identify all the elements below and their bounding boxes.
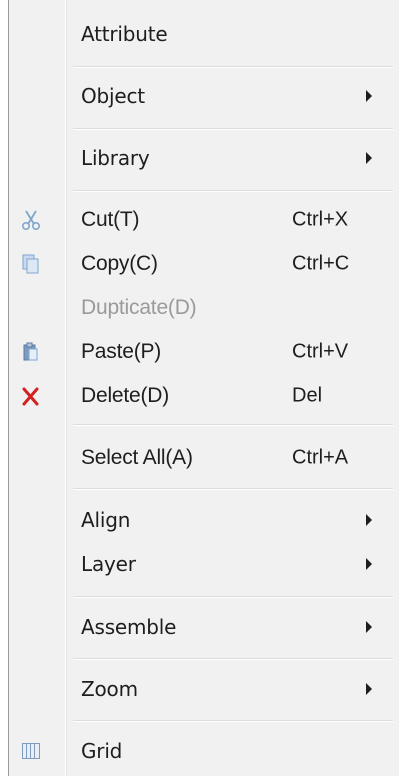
menu-item-select-all[interactable]: Select All(A) Ctrl+A bbox=[9, 438, 399, 478]
shortcut-label: Ctrl+A bbox=[292, 446, 349, 469]
menu-separator bbox=[73, 658, 393, 660]
menu-item-label: Zoom bbox=[81, 677, 138, 701]
menu-item-delete[interactable]: Delete(D) Del bbox=[9, 376, 399, 416]
menu-item-zoom[interactable]: Zoom bbox=[9, 669, 399, 709]
menu-separator bbox=[73, 190, 393, 192]
menu-item-label: Object bbox=[81, 84, 145, 108]
grid-icon bbox=[21, 740, 41, 762]
delete-x-icon bbox=[21, 385, 41, 407]
paste-icon bbox=[21, 341, 41, 363]
menu-separator bbox=[73, 720, 393, 722]
menu-item-copy[interactable]: Copy(C) Ctrl+C bbox=[9, 244, 399, 284]
menu-separator bbox=[73, 596, 393, 598]
menu-item-label: Dupticate(D) bbox=[81, 296, 197, 319]
shortcut-label: Ctrl+C bbox=[292, 252, 350, 275]
menu-item-label: Attribute bbox=[81, 22, 168, 46]
menu-item-label: Cut(T) bbox=[81, 208, 140, 231]
shortcut-label: Ctrl+V bbox=[292, 340, 349, 363]
submenu-arrow-icon bbox=[366, 152, 372, 164]
submenu-arrow-icon bbox=[366, 621, 372, 633]
submenu-arrow-icon bbox=[366, 558, 372, 570]
context-menu: Attribute Object Library Cut(T) Ctrl+X C… bbox=[8, 0, 399, 776]
submenu-arrow-icon bbox=[366, 514, 372, 526]
menu-item-label: Copy(C) bbox=[81, 252, 158, 275]
menu-item-label: Align bbox=[81, 508, 131, 532]
shortcut-label: Ctrl+X bbox=[292, 208, 349, 231]
menu-separator bbox=[73, 128, 393, 130]
menu-separator bbox=[73, 66, 393, 68]
scissors-icon bbox=[21, 209, 41, 231]
menu-item-label: Layer bbox=[81, 552, 136, 576]
shortcut-label: Del bbox=[292, 384, 323, 407]
menu-item-object[interactable]: Object bbox=[9, 76, 399, 116]
submenu-arrow-icon bbox=[366, 90, 372, 102]
menu-item-duplicate: Dupticate(D) bbox=[9, 288, 399, 328]
menu-item-attribute[interactable]: Attribute bbox=[9, 14, 399, 54]
menu-item-label: Select All(A) bbox=[81, 446, 193, 469]
menu-separator bbox=[73, 488, 393, 490]
menu-separator bbox=[73, 424, 393, 426]
menu-item-assemble[interactable]: Assemble bbox=[9, 607, 399, 647]
menu-item-cut[interactable]: Cut(T) Ctrl+X bbox=[9, 200, 399, 240]
menu-item-label: Delete(D) bbox=[81, 384, 170, 407]
menu-item-label: Grid bbox=[81, 739, 123, 763]
menu-item-label: Assemble bbox=[81, 615, 177, 639]
copy-icon bbox=[21, 253, 41, 275]
submenu-arrow-icon bbox=[366, 683, 372, 695]
menu-item-label: Paste(P) bbox=[81, 340, 162, 363]
menu-item-grid[interactable]: Grid bbox=[9, 731, 399, 771]
menu-item-label: Library bbox=[81, 146, 150, 170]
menu-item-library[interactable]: Library bbox=[9, 138, 399, 178]
menu-item-paste[interactable]: Paste(P) Ctrl+V bbox=[9, 332, 399, 372]
menu-item-align[interactable]: Align bbox=[9, 500, 399, 540]
menu-item-layer[interactable]: Layer bbox=[9, 544, 399, 584]
